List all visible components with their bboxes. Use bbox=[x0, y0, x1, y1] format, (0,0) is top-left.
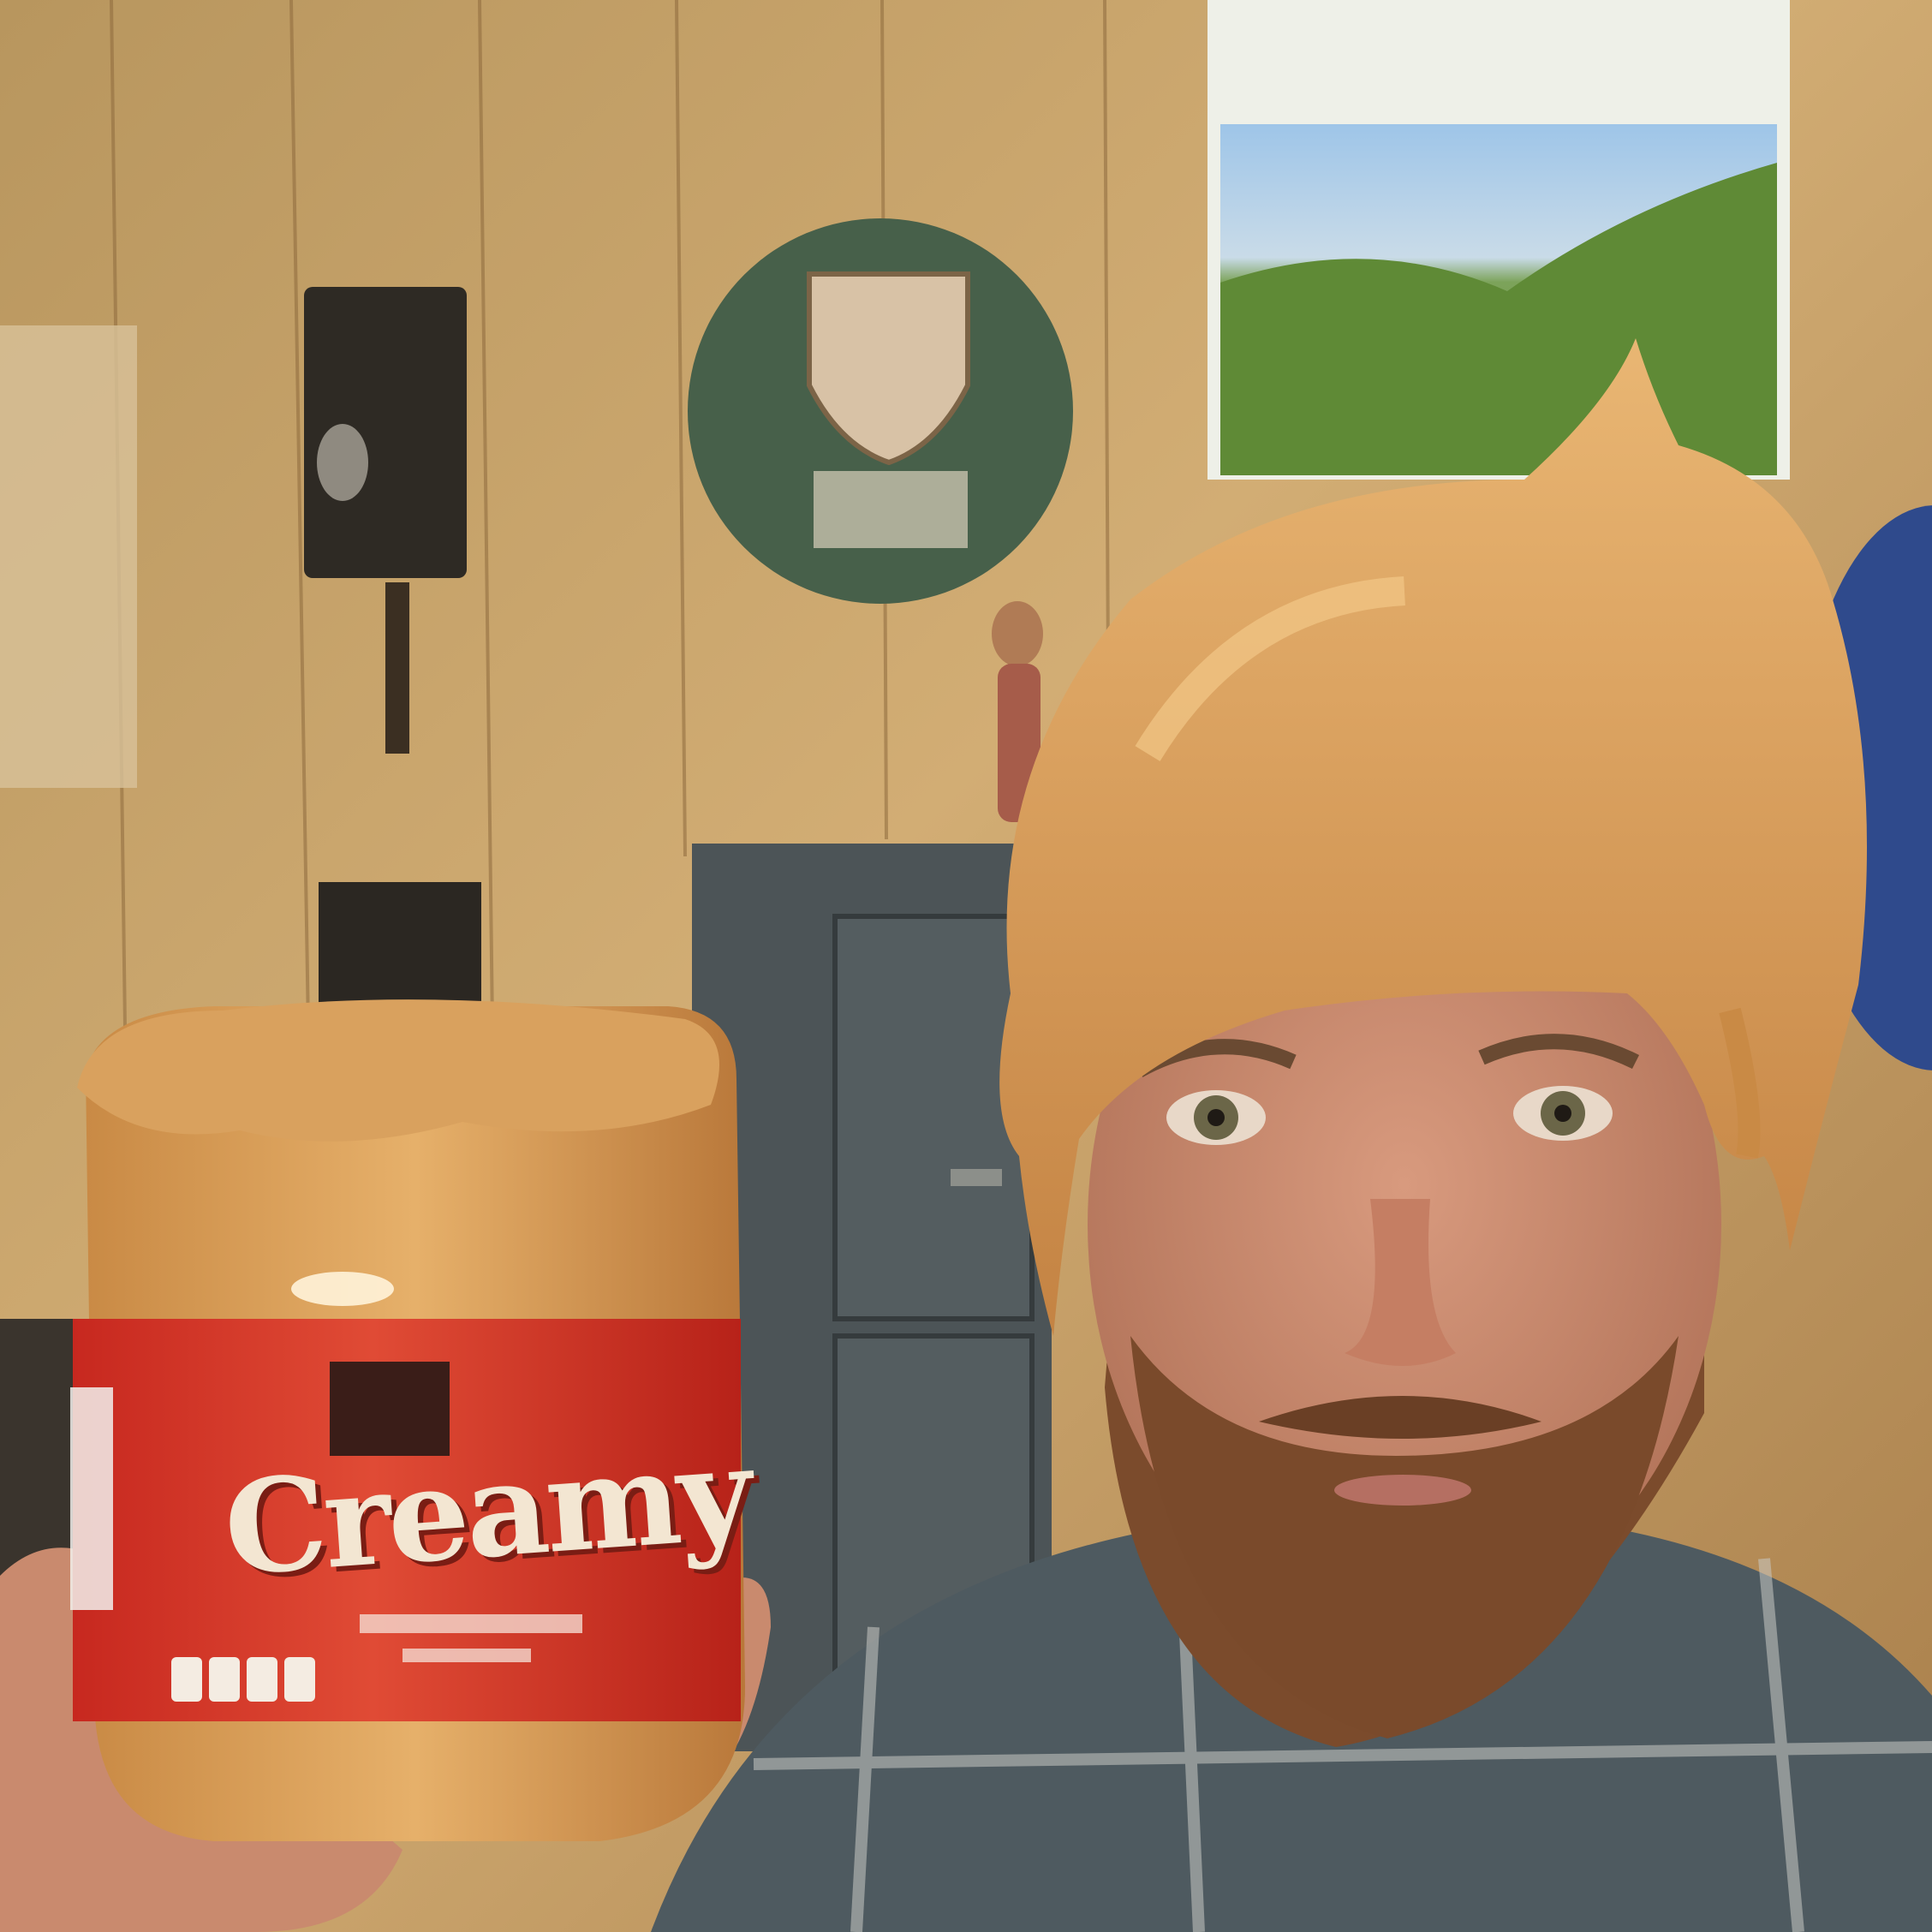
phone-cord bbox=[385, 582, 409, 754]
photo: Creamy bbox=[0, 0, 1932, 1932]
lower-outlet bbox=[319, 882, 481, 1011]
jar-rim-overflow bbox=[77, 999, 719, 1142]
cabinet-handle bbox=[951, 1169, 1002, 1186]
figurine-head bbox=[992, 601, 1043, 666]
jar-label-creamy: Creamy bbox=[219, 1417, 754, 1605]
left-picture-frame bbox=[0, 325, 137, 788]
wall-phone-reflection bbox=[317, 424, 368, 501]
mouth bbox=[1334, 1475, 1471, 1506]
cabinet-drawer-top bbox=[832, 914, 1035, 1321]
jar-highlight bbox=[291, 1272, 394, 1306]
label-left-panel bbox=[70, 1387, 113, 1610]
left-eye-pupil bbox=[1208, 1109, 1225, 1126]
plaque-nameplate bbox=[814, 471, 968, 548]
right-eye-pupil bbox=[1554, 1105, 1571, 1122]
